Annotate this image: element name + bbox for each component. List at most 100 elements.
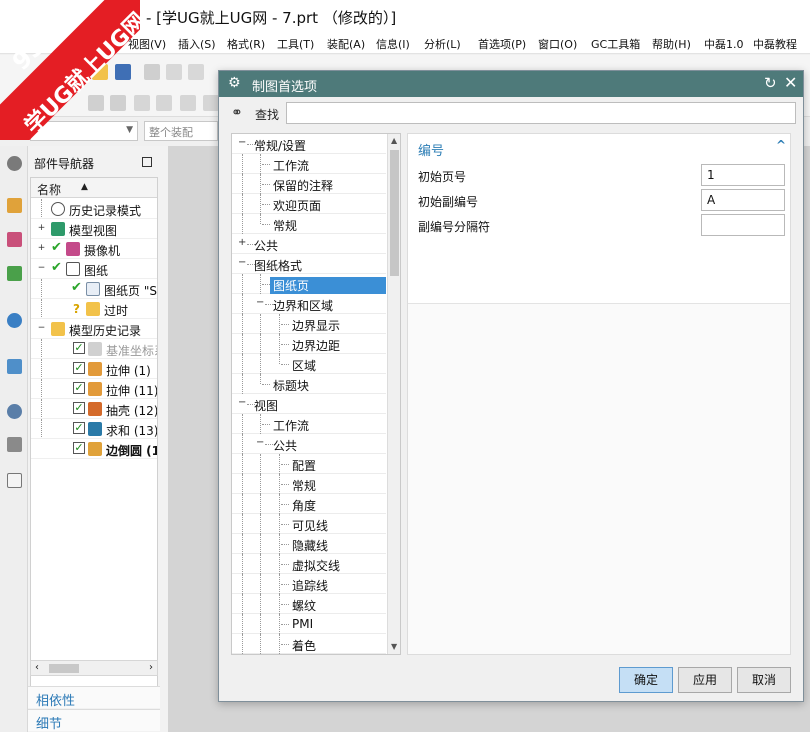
list-item[interactable]: ✓ 基准坐标系 (31, 339, 157, 359)
menu-preferences[interactable]: 首选项(P) (478, 36, 526, 52)
tree-item-welcome-page[interactable]: 欢迎页面 (232, 194, 386, 214)
check-icon[interactable]: ✔ (71, 281, 83, 294)
close-icon[interactable]: ✕ (784, 73, 797, 92)
tree-item-general[interactable]: 常规 (232, 214, 386, 234)
tree-item-title-block[interactable]: 标题块 (232, 374, 386, 394)
tree-item-shading[interactable]: 着色 (232, 634, 386, 654)
roles-icon[interactable] (7, 473, 22, 488)
settings-gear-icon[interactable] (7, 156, 22, 171)
menu-help[interactable]: 帮助(H) (652, 36, 691, 52)
column-header[interactable]: 名称 ▲ (31, 178, 157, 198)
snap-point-icon[interactable] (156, 95, 172, 111)
list-item[interactable]: ✓ 拉伸 (1) (31, 359, 157, 379)
tree-item-view-workflow[interactable]: 工作流 (232, 414, 386, 434)
tree-item-configuration[interactable]: 配置 (232, 454, 386, 474)
scroll-right-icon[interactable]: › (149, 662, 153, 673)
cut-icon[interactable] (144, 64, 160, 80)
tree-item-borders-and-zones[interactable]: − 边界和区域 (232, 294, 386, 314)
tree-item-virtual-intersections[interactable]: 虚拟交线 (232, 554, 386, 574)
collapse-icon[interactable]: − (256, 298, 265, 308)
tree-vertical-scrollbar[interactable]: ▲ ▼ (387, 134, 400, 654)
check-icon[interactable]: ✔ (51, 261, 63, 274)
ok-button[interactable]: 确定 (619, 667, 673, 693)
list-item[interactable]: + 模型视图 (31, 219, 157, 239)
snap-mid-icon[interactable] (203, 95, 219, 111)
menu-zhonglei-tutorial[interactable]: 中磊教程 (753, 36, 797, 52)
navigator-horizontal-scrollbar[interactable]: ‹ › (30, 660, 158, 676)
list-item[interactable]: ✓ 边倒圆 (1 (31, 439, 157, 459)
tree-item-general-settings[interactable]: − 常规/设置 (232, 134, 386, 154)
collapse-icon[interactable]: − (238, 258, 247, 268)
web-browser-icon[interactable] (7, 313, 22, 328)
snap-end-icon[interactable] (180, 95, 196, 111)
expand-icon[interactable]: + (37, 224, 46, 233)
list-item[interactable]: ✔ 图纸页 "S (31, 279, 157, 299)
reuse-library-icon[interactable] (7, 266, 22, 281)
collapse-icon[interactable]: − (238, 138, 247, 148)
menu-assembly[interactable]: 装配(A) (327, 36, 365, 52)
tree-item-drawing-sheet[interactable]: 图纸页 (232, 274, 386, 294)
initial-sheet-number-input[interactable]: 1 (701, 164, 785, 186)
paste-icon[interactable] (188, 64, 204, 80)
checkbox-icon[interactable]: ✓ (73, 422, 85, 434)
dependencies-panel[interactable]: 相依性 (28, 686, 160, 709)
list-item[interactable]: ? 过时 (31, 299, 157, 319)
section-title[interactable]: 编号 (418, 140, 444, 159)
menu-gc-toolbox[interactable]: GC工具箱 (591, 36, 640, 52)
assembly-navigator-icon[interactable] (7, 198, 22, 213)
tree-item-pmi[interactable]: PMI (232, 614, 386, 634)
find-input[interactable] (286, 102, 796, 124)
tree-item-zones[interactable]: 区域 (232, 354, 386, 374)
collapse-icon[interactable]: − (37, 324, 46, 333)
tree-item-drawing-format[interactable]: − 图纸格式 (232, 254, 386, 274)
tree-item-retained-annotations[interactable]: 保留的注释 (232, 174, 386, 194)
checkbox-icon[interactable]: ✓ (73, 402, 85, 414)
list-item[interactable]: 历史记录模式 (31, 199, 157, 219)
chevron-up-icon[interactable]: ^ (776, 138, 786, 152)
list-item[interactable]: ✓ 求和 (13) (31, 419, 157, 439)
expand-icon[interactable]: + (37, 244, 46, 253)
tree-item-border-margin[interactable]: 边界边距 (232, 334, 386, 354)
tree-item-angle[interactable]: 角度 (232, 494, 386, 514)
list-item[interactable]: − 模型历史记录 (31, 319, 157, 339)
menu-analysis[interactable]: 分析(L) (424, 36, 461, 52)
menu-zhonglei[interactable]: 中磊1.0 (704, 36, 744, 52)
details-panel[interactable]: 细节 (28, 709, 160, 732)
copy-icon[interactable] (166, 64, 182, 80)
list-item[interactable]: ✓ 抽壳 (12) (31, 399, 157, 419)
scroll-left-icon[interactable]: ‹ (35, 662, 39, 673)
tree-item-hidden-lines[interactable]: 隐藏线 (232, 534, 386, 554)
assembly-scope-combo[interactable]: 整个装配 (144, 121, 218, 141)
cancel-button[interactable]: 取消 (737, 667, 791, 693)
maximize-icon[interactable] (142, 157, 152, 167)
apply-button[interactable]: 应用 (678, 667, 732, 693)
clock-icon[interactable] (7, 404, 22, 419)
collapse-icon[interactable]: − (256, 438, 265, 448)
menu-window[interactable]: 窗口(O) (538, 36, 577, 52)
scroll-thumb[interactable] (49, 664, 79, 673)
tree-item-view-general[interactable]: 常规 (232, 474, 386, 494)
menu-format[interactable]: 格式(R) (227, 36, 265, 52)
tree-item-view[interactable]: − 视图 (232, 394, 386, 414)
checkbox-icon[interactable]: ✓ (73, 362, 85, 374)
collapse-icon[interactable]: − (238, 398, 247, 408)
collapse-icon[interactable]: − (37, 264, 46, 273)
tree-item-view-common[interactable]: − 公共 (232, 434, 386, 454)
expand-icon[interactable]: + (238, 238, 247, 248)
part-navigator-icon[interactable] (7, 232, 22, 247)
tree-item-workflow[interactable]: 工作流 (232, 154, 386, 174)
menu-insert[interactable]: 插入(S) (178, 36, 216, 52)
list-item[interactable]: ✓ 拉伸 (11) (31, 379, 157, 399)
list-item[interactable]: − ✔ 图纸 (31, 259, 157, 279)
tree-item-common[interactable]: + 公共 (232, 234, 386, 254)
check-icon[interactable]: ✔ (51, 241, 63, 254)
tree-item-traceline[interactable]: 追踪线 (232, 574, 386, 594)
tree-item-visible-lines[interactable]: 可见线 (232, 514, 386, 534)
menu-tools[interactable]: 工具(T) (277, 36, 314, 52)
scroll-up-icon[interactable]: ▲ (391, 136, 397, 145)
system-materials-icon[interactable] (7, 437, 22, 452)
secondary-number-delimiter-input[interactable] (701, 214, 785, 236)
scroll-down-icon[interactable]: ▼ (391, 642, 397, 651)
checkbox-icon[interactable]: ✓ (73, 442, 85, 454)
checkbox-icon[interactable]: ✓ (73, 342, 85, 354)
